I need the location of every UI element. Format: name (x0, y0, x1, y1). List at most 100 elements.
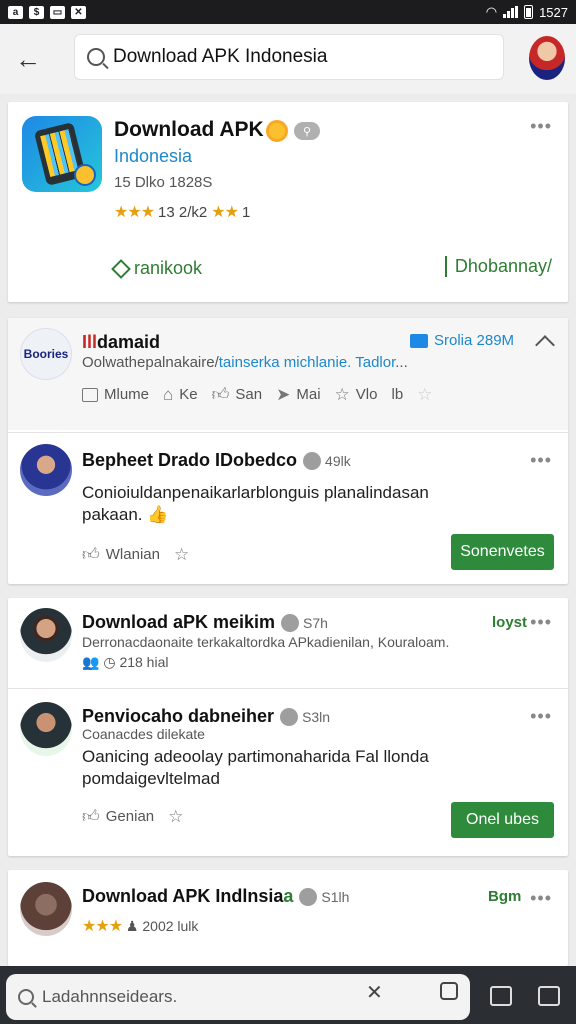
action-item[interactable]: 👍︎ San (212, 384, 262, 405)
post1-title[interactable]: Bepheet Drado IDobedco 49lk (82, 450, 351, 471)
post2-time: S7h (303, 615, 328, 631)
featured-title: Download APK (114, 118, 264, 141)
post2-stats: 👥 ◷ 218 hial (82, 654, 168, 671)
publisher-logo-text: Boories (23, 347, 69, 361)
featured-rating: ★★★ 13 2/k2 ★★ 1 (114, 202, 250, 222)
featured-link-left-label: ranikook (134, 258, 203, 278)
tabs-icon[interactable] (538, 986, 560, 1006)
result-card[interactable]: Download APK Indlnsiaa S1lh Bgm ••• ★★★ ♟… (8, 870, 568, 966)
card2-tag: Srolia 289M (410, 332, 514, 349)
notification-icon: a (8, 5, 23, 19)
avatar[interactable] (20, 702, 72, 756)
action-item[interactable]: Mlume (82, 386, 149, 403)
badge-icon (74, 164, 96, 186)
bottom-search-placeholder: Ladahnnseidears. (42, 987, 178, 1006)
bookmark-icon: ⌂ (163, 384, 174, 404)
star-outline-icon[interactable]: ☆ (168, 807, 183, 827)
post1-action-button[interactable]: Sonenvetes (451, 534, 554, 570)
post1-body-text: Conioiuldanpenaikarlarblonguis planalind… (82, 483, 429, 524)
fx-app-icon: ✕ (71, 5, 86, 19)
action-label: Mai (296, 386, 321, 403)
action-item[interactable]: ☆ Vlo (335, 385, 378, 405)
clock-icon (281, 614, 300, 633)
divider (8, 432, 568, 433)
diamond-icon (111, 258, 131, 279)
card2-title-red: Ill (82, 332, 98, 352)
post3-action-button[interactable]: Onel ubes (451, 802, 554, 838)
thumbs-up-icon: 👍︎ (211, 385, 230, 404)
card2-desc-link[interactable]: tainserka michlanie. Tadlor (219, 354, 395, 371)
star-faint-icon[interactable]: ☆ (417, 385, 432, 405)
more-options-icon[interactable]: ••• (530, 116, 552, 137)
post2-subtitle: Derronacdaonaite terkakaltordka APkadien… (82, 634, 450, 650)
avatar[interactable] (20, 608, 72, 662)
dollar-app-icon: $ (29, 5, 44, 19)
profile-avatar[interactable] (529, 36, 565, 80)
clock-icon: ◷ (103, 654, 116, 670)
rating-stars-small-icon: ★★ (211, 204, 239, 221)
post2-title[interactable]: Download aPK meikim S7h (82, 612, 328, 633)
back-arrow-icon[interactable]: ← (0, 31, 56, 87)
post2-right-label[interactable]: loyst (492, 614, 527, 631)
share-icon[interactable]: ✕ (366, 980, 383, 1005)
card2-title: Illdamaid (82, 332, 160, 353)
post1-title-text: Bepheet Drado IDobedco (82, 450, 298, 470)
avatar[interactable] (20, 444, 72, 496)
post4-right-label[interactable]: Bgm (488, 888, 521, 905)
sim-icon: ▭ (50, 5, 65, 19)
action-label: San (235, 386, 263, 403)
clock-icon (299, 888, 318, 907)
post3-title[interactable]: Penviocaho dabneiher S3ln (82, 706, 330, 727)
more-options-icon[interactable]: ••• (530, 888, 552, 909)
publisher-logo: Boories (20, 328, 72, 380)
action-item[interactable]: 👍︎ Wlanian (82, 544, 160, 565)
post3-time: S3ln (302, 709, 331, 725)
post1-actions: 👍︎ Wlanian ☆ (82, 544, 189, 565)
more-options-icon[interactable]: ••• (530, 706, 552, 727)
action-label: Ke (179, 386, 198, 403)
featured-link-left[interactable]: ranikook (111, 258, 203, 279)
action-item[interactable]: ⌂ Ke (163, 385, 198, 405)
card2-description: Oolwathepalnakaire/tainserka michlanie. … (82, 354, 482, 371)
thumbs-up-icon: 👍︎ (82, 545, 100, 564)
status-time: 1527 (539, 4, 568, 20)
card2-title-rest: damaid (97, 332, 161, 352)
card2-desc-dark: Oolwathepalnakaire/ (82, 354, 219, 371)
post3-body: Oanicing adeoolay partimonaharida Fal ll… (82, 747, 429, 788)
search-icon (18, 989, 34, 1005)
action-item[interactable]: ➤ Mai (276, 385, 320, 405)
post2-stats-text: 218 hial (119, 654, 169, 670)
rating-tail: 1 (241, 203, 251, 221)
featured-link-right[interactable]: Dhobannay/ (444, 256, 552, 277)
people-icon: 👥 (82, 654, 100, 670)
thumbs-up-icon: 👍︎ (82, 807, 100, 826)
result-card-group: Download aPK meikim S7h loyst ••• Derrona… (8, 598, 568, 856)
post4-stats: ★★★ ♟ 2002 lulk (82, 916, 198, 936)
post3-title-text: Penviocaho dabneiher (82, 706, 275, 726)
action-label: Mlume (104, 386, 150, 403)
status-bar: a $ ▭ ✕ ◠ 1527 (0, 0, 576, 24)
action-label: Wlanian (105, 546, 160, 563)
featured-app-card[interactable]: Download APK ⚲ Indonesia 15 Dlko 1828S ★… (8, 102, 568, 302)
battery-icon (524, 5, 534, 19)
more-options-icon[interactable]: ••• (530, 612, 552, 633)
lens-icon[interactable] (440, 982, 458, 1000)
clock-icon (280, 708, 299, 727)
action-item[interactable]: 👍︎ Genian (82, 806, 154, 827)
clock-icon (303, 452, 322, 471)
top-app-bar: ← Download APK Indonesia (0, 24, 576, 94)
more-options-icon[interactable]: ••• (530, 450, 552, 471)
wifi-icon: ◠ (485, 4, 498, 19)
search-input[interactable]: Download APK Indonesia (74, 34, 504, 80)
action-item[interactable]: lb (391, 386, 403, 403)
star-outline-icon[interactable]: ☆ (174, 545, 189, 565)
chat-icon[interactable] (490, 986, 512, 1006)
bottom-search-input[interactable]: Ladahnnseidears. (6, 974, 470, 1020)
rating-text: 13 2/k2 (158, 203, 208, 221)
verified-gold-icon (266, 120, 288, 142)
grey-tag-icon: ⚲ (294, 122, 320, 140)
avatar[interactable] (20, 882, 72, 936)
action-label: Genian (105, 808, 155, 825)
search-icon (87, 48, 105, 66)
post4-stats-text: 2002 lulk (142, 918, 199, 934)
